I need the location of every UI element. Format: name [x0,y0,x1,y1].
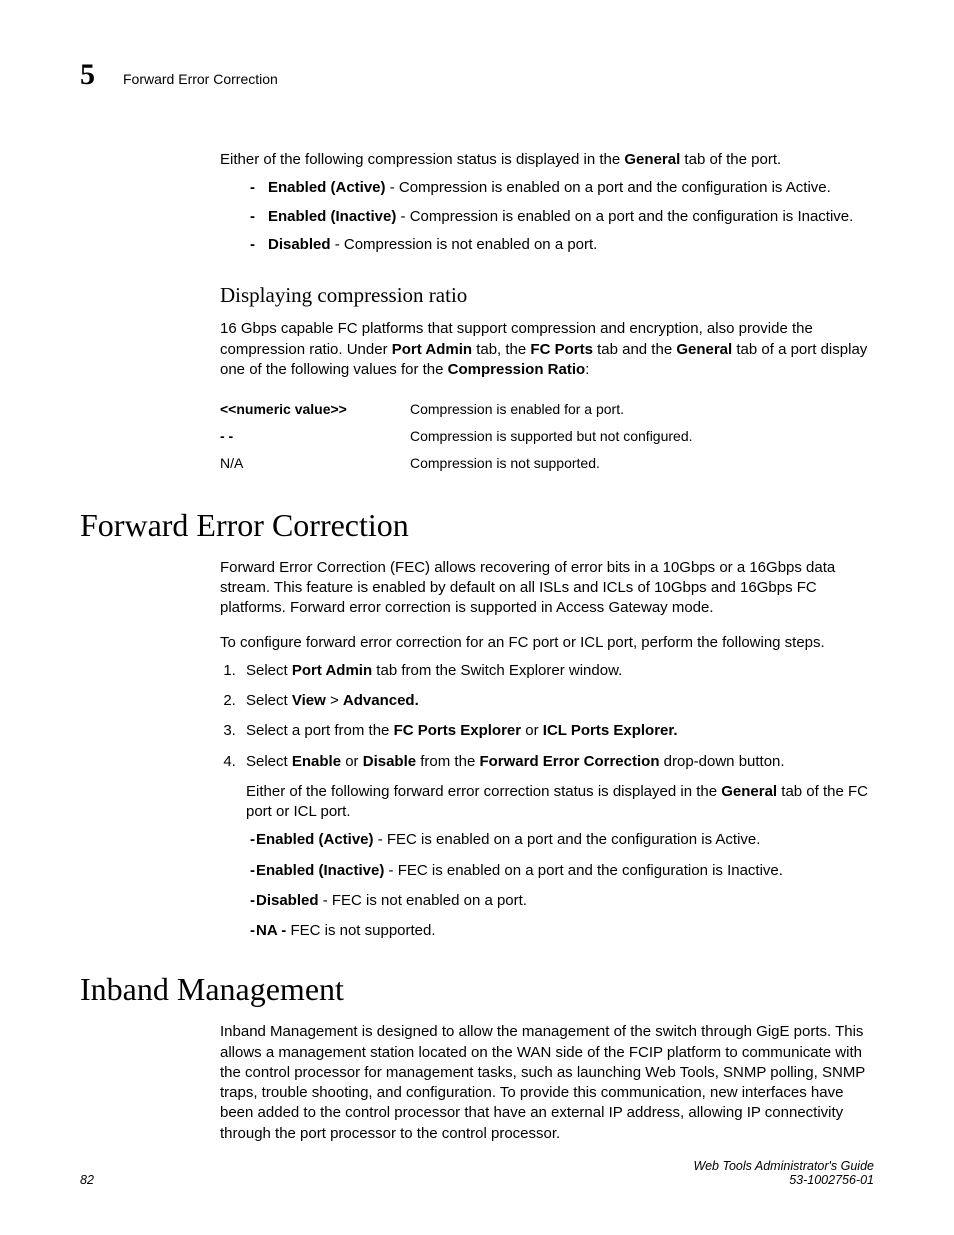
page-header: 5 Forward Error Correction [80,58,874,92]
step4-followup-paragraph: Either of the following forward error co… [246,782,874,823]
page-number: 82 [80,1173,94,1187]
table-row: <<numeric value>> Compression is enabled… [220,396,693,423]
footer-right: Web Tools Administrator's Guide 53-10027… [694,1159,874,1187]
intro-paragraph: Either of the following compression stat… [220,150,874,170]
fec-status-list: Enabled (Active) - FEC is enabled on a p… [246,830,874,941]
subsection-heading: Displaying compression ratio [220,281,874,309]
section-heading-inband: Inband Management [80,971,874,1008]
list-item: Enabled (Inactive) - Compression is enab… [250,207,874,227]
list-item: Disabled - Compression is not enabled on… [250,235,874,255]
ratio-paragraph: 16 Gbps capable FC platforms that suppor… [220,319,874,380]
intro-block: Either of the following compression stat… [220,150,874,477]
step4-followup: Either of the following forward error co… [246,782,874,942]
list-item: Enabled (Active) - Compression is enable… [250,178,874,198]
step-item: Select a port from the FC Ports Explorer… [240,721,874,741]
list-item: NA - FEC is not supported. [250,921,874,941]
fec-steps: Select Port Admin tab from the Switch Ex… [220,661,874,942]
inband-block: Inband Management is designed to allow t… [220,1022,874,1144]
fec-paragraph: Forward Error Correction (FEC) allows re… [220,558,874,619]
fec-config-paragraph: To configure forward error correction fo… [220,633,874,653]
table-row: N/A Compression is not supported. [220,450,693,477]
compression-status-list: Enabled (Active) - Compression is enable… [220,178,874,255]
doc-number: 53-1002756-01 [694,1173,874,1187]
fec-block: Forward Error Correction (FEC) allows re… [220,558,874,942]
chapter-title: Forward Error Correction [123,71,278,87]
list-item: Enabled (Active) - FEC is enabled on a p… [250,830,874,850]
chapter-number: 5 [80,58,95,92]
compression-ratio-table: <<numeric value>> Compression is enabled… [220,396,693,477]
list-item: Disabled - FEC is not enabled on a port. [250,891,874,911]
page: 5 Forward Error Correction Either of the… [0,0,954,1235]
step-item: Select View > Advanced. [240,691,874,711]
inband-paragraph: Inband Management is designed to allow t… [220,1022,874,1144]
step-item: Select Enable or Disable from the Forwar… [240,752,874,942]
section-heading-fec: Forward Error Correction [80,507,874,544]
step-item: Select Port Admin tab from the Switch Ex… [240,661,874,681]
table-row: - - Compression is supported but not con… [220,423,693,450]
list-item: Enabled (Inactive) - FEC is enabled on a… [250,861,874,881]
guide-title: Web Tools Administrator's Guide [694,1159,874,1173]
page-footer: 82 Web Tools Administrator's Guide 53-10… [80,1159,874,1187]
